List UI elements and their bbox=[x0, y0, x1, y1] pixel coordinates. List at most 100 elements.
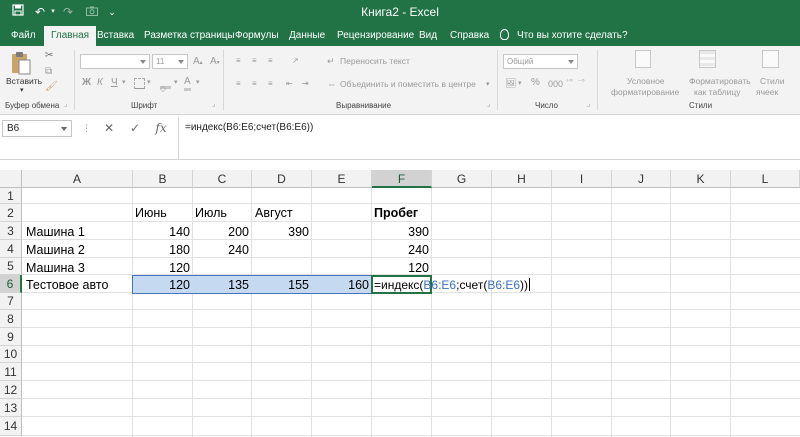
row-header-7[interactable]: 7 bbox=[0, 293, 22, 310]
cell-a4[interactable]: Машина 2 bbox=[26, 241, 85, 260]
tab-formulas[interactable]: Формулы bbox=[235, 26, 279, 46]
align-middle-icon[interactable]: ≡ bbox=[252, 55, 257, 67]
align-center-icon[interactable]: ≡ bbox=[252, 78, 257, 90]
row-header-10[interactable]: 10 bbox=[0, 346, 22, 363]
cell-f2[interactable]: Пробег bbox=[374, 204, 418, 223]
format-painter-icon[interactable]: 🖌 bbox=[45, 81, 58, 93]
tab-view[interactable]: Вид bbox=[419, 26, 437, 46]
cell-f3[interactable]: 390 bbox=[371, 223, 429, 242]
tab-help[interactable]: Справка bbox=[450, 26, 489, 46]
font-name-dropdown[interactable] bbox=[80, 54, 150, 69]
underline-button[interactable]: Ч bbox=[111, 77, 118, 89]
column-header-h[interactable]: H bbox=[492, 170, 552, 188]
cell-d2[interactable]: Август bbox=[255, 204, 293, 223]
cell-styles-line2[interactable]: ячеек bbox=[756, 87, 778, 97]
row-header-14[interactable]: 14 bbox=[0, 417, 22, 436]
decrease-decimal-icon[interactable]: ⁻⁰ bbox=[578, 77, 585, 89]
font-color-icon[interactable]: A bbox=[184, 76, 191, 91]
italic-button[interactable]: К bbox=[97, 77, 103, 89]
row-header-11[interactable]: 11 bbox=[0, 363, 22, 381]
row-header-13[interactable]: 13 bbox=[0, 399, 22, 417]
cell-styles-line1[interactable]: Стили bbox=[760, 76, 785, 86]
row-header-8[interactable]: 8 bbox=[0, 310, 22, 328]
cell-b2[interactable]: Июнь bbox=[135, 204, 167, 223]
borders-dropdown-icon[interactable]: ▾ bbox=[147, 77, 151, 89]
column-header-f[interactable]: F bbox=[372, 170, 432, 188]
format-as-table-line2[interactable]: как таблицу bbox=[694, 87, 741, 97]
cell-f6-formula[interactable]: =индекс(B6:E6;счет(B6:E6)) bbox=[374, 276, 531, 295]
clipboard-launcher-icon[interactable]: ⌟ bbox=[64, 99, 67, 111]
column-header-a[interactable]: A bbox=[22, 170, 133, 188]
column-header-j[interactable]: J bbox=[612, 170, 671, 188]
wrap-text-button[interactable]: Переносить текст bbox=[340, 56, 410, 66]
cell-b4[interactable]: 180 bbox=[132, 241, 190, 260]
insert-function-button[interactable]: fx bbox=[152, 120, 170, 137]
merge-center-button[interactable]: Объединить и поместить в центре bbox=[340, 79, 476, 89]
tell-me-search[interactable]: Что вы хотите сделать? bbox=[500, 26, 628, 46]
tab-file[interactable]: Файл bbox=[11, 26, 36, 46]
row-header-2[interactable]: 2 bbox=[0, 204, 22, 222]
cell-b6[interactable]: 120 bbox=[132, 276, 190, 295]
tab-insert[interactable]: Вставка bbox=[97, 26, 134, 46]
increase-decimal-icon[interactable]: ⁺⁰ bbox=[566, 77, 573, 89]
format-as-table-icon[interactable] bbox=[699, 50, 716, 68]
percent-button[interactable]: % bbox=[531, 77, 540, 89]
merge-dropdown-icon[interactable]: ▾ bbox=[486, 79, 490, 91]
align-bottom-icon[interactable]: ≡ bbox=[268, 55, 273, 67]
currency-icon[interactable]: 🖼 bbox=[505, 77, 516, 89]
row-header-6[interactable]: 6 bbox=[0, 275, 22, 293]
cell-f4[interactable]: 240 bbox=[371, 241, 429, 260]
cell-c4[interactable]: 240 bbox=[192, 241, 249, 260]
enter-icon[interactable]: ✓ bbox=[127, 120, 143, 137]
column-header-i[interactable]: I bbox=[552, 170, 612, 188]
row-header-4[interactable]: 4 bbox=[0, 240, 22, 258]
currency-dropdown-icon[interactable]: ▾ bbox=[518, 78, 522, 90]
fill-dropdown-icon[interactable]: ▾ bbox=[174, 77, 178, 89]
cell-b3[interactable]: 140 bbox=[132, 223, 190, 242]
copy-icon[interactable]: ⧉ bbox=[45, 66, 52, 78]
column-header-d[interactable]: D bbox=[252, 170, 312, 188]
row-header-5[interactable]: 5 bbox=[0, 258, 22, 275]
paste-label[interactable]: Вставить bbox=[6, 76, 42, 86]
row-header-12[interactable]: 12 bbox=[0, 381, 22, 399]
borders-icon[interactable] bbox=[134, 78, 145, 89]
font-size-dropdown[interactable]: 11 bbox=[152, 54, 188, 69]
align-right-icon[interactable]: ≡ bbox=[268, 78, 273, 90]
merge-icon[interactable]: ⇔ bbox=[327, 78, 336, 90]
alignment-launcher-icon[interactable]: ⌟ bbox=[487, 99, 490, 111]
cell-c6[interactable]: 135 bbox=[192, 276, 249, 295]
cell-a3[interactable]: Машина 1 bbox=[26, 223, 85, 242]
number-launcher-icon[interactable]: ⌟ bbox=[587, 99, 590, 111]
tab-page-layout[interactable]: Разметка страницы bbox=[144, 26, 235, 46]
row-header-9[interactable]: 9 bbox=[0, 328, 22, 346]
select-all-corner[interactable] bbox=[0, 170, 22, 188]
paste-icon[interactable] bbox=[10, 50, 32, 76]
name-box[interactable]: B6 bbox=[2, 120, 72, 137]
column-header-l[interactable]: L bbox=[731, 170, 800, 188]
decrease-font-icon[interactable]: A▾ bbox=[210, 56, 220, 69]
column-header-e[interactable]: E bbox=[312, 170, 372, 188]
conditional-format-line2[interactable]: форматирование bbox=[611, 87, 679, 97]
orientation-icon[interactable]: ↗ bbox=[292, 55, 299, 67]
cut-icon[interactable]: ✂ bbox=[45, 50, 53, 62]
bold-button[interactable]: Ж bbox=[82, 77, 91, 89]
column-header-g[interactable]: G bbox=[432, 170, 492, 188]
cell-e6[interactable]: 160 bbox=[311, 276, 369, 295]
tab-review[interactable]: Рецензирование bbox=[337, 26, 414, 46]
more-options-icon[interactable]: ⋮ bbox=[82, 120, 91, 137]
column-header-c[interactable]: C bbox=[193, 170, 252, 188]
tab-data[interactable]: Данные bbox=[289, 26, 325, 46]
format-as-table-line1[interactable]: Форматировать bbox=[689, 76, 751, 86]
cell-c2[interactable]: Июль bbox=[195, 204, 227, 223]
fill-color-icon[interactable]: ◇ bbox=[160, 78, 171, 93]
cancel-icon[interactable]: ✕ bbox=[101, 120, 117, 137]
underline-dropdown-icon[interactable]: ▾ bbox=[122, 77, 126, 89]
align-top-icon[interactable]: ≡ bbox=[236, 55, 241, 67]
conditional-format-line1[interactable]: Условное bbox=[627, 76, 665, 86]
number-format-dropdown[interactable]: Общий bbox=[503, 54, 578, 69]
cell-d3[interactable]: 390 bbox=[251, 223, 309, 242]
increase-font-icon[interactable]: A▴ bbox=[193, 56, 203, 69]
conditional-format-icon[interactable] bbox=[635, 50, 651, 68]
paste-dropdown-icon[interactable]: ▾ bbox=[20, 85, 24, 97]
wrap-text-icon[interactable]: ↵ bbox=[327, 55, 335, 67]
